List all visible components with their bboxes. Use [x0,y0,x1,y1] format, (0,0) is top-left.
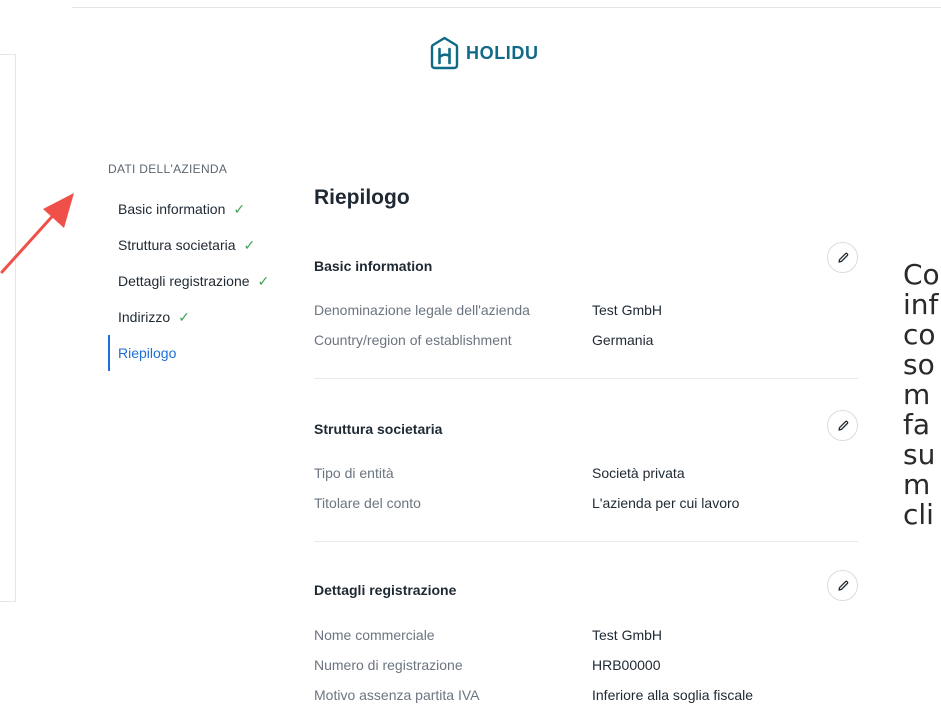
section-title: Dettagli registrazione [314,582,457,598]
annotation-arrow-icon [0,193,74,274]
nav-item-label: Basic information [118,201,226,217]
nav-heading: DATI DELL'AZIENDA [108,162,228,176]
summary-row: Motivo assenza partita IVA Inferiore all… [314,687,858,704]
row-label: Motivo assenza partita IVA [314,687,480,703]
summary-row: Denominazione legale dell'azienda Test G… [314,302,858,322]
summary-row: Tipo di entità Società privata [314,465,858,485]
nav-item-basic-information[interactable]: Basic information ✓ [108,191,288,227]
nav-item-dettagli-registrazione[interactable]: Dettagli registrazione ✓ [108,263,288,299]
row-value: Test GmbH [592,302,663,318]
summary-row: Country/region of establishment Germania [314,332,858,352]
edit-basic-information-button[interactable] [827,242,858,273]
row-label: Denominazione legale dell'azienda [314,302,530,318]
section-divider [314,541,858,542]
section-title: Struttura societaria [314,421,443,437]
edit-struttura-societaria-button[interactable] [827,410,858,441]
section-title: Basic information [314,258,433,274]
row-value: Test GmbH [592,627,663,643]
summary-row: Numero di registrazione HRB00000 [314,657,858,677]
nav-item-label: Dettagli registrazione [118,273,250,289]
row-value: Società privata [592,465,685,481]
left-panel-edge [0,54,16,602]
row-label: Country/region of establishment [314,332,512,348]
row-label: Nome commerciale [314,627,435,643]
edit-dettagli-registrazione-button[interactable] [827,570,858,601]
row-value: Germania [592,332,654,348]
check-icon: ✓ [243,236,256,253]
row-value: HRB00000 [592,657,661,673]
holidu-house-icon [430,36,459,70]
section-divider [314,378,858,379]
nav-item-label: Indirizzo [118,309,171,325]
check-icon: ✓ [257,272,270,289]
summary-row: Titolare del conto L'azienda per cui lav… [314,495,858,515]
check-icon: ✓ [178,308,190,325]
pencil-icon [837,252,848,263]
nav-item-label: Riepilogo [118,345,177,361]
nav-item-riepilogo[interactable]: Riepilogo [108,335,288,371]
row-value: Inferiore alla soglia fiscale [592,687,754,703]
row-value: L'azienda per cui lavoro [592,495,740,511]
pencil-icon [837,580,848,591]
nav-item-indirizzo[interactable]: Indirizzo ✓ [108,299,288,335]
summary-row: Nome commerciale Test GmbH [314,627,858,647]
nav-item-struttura-societaria[interactable]: Struttura societaria ✓ [108,227,288,263]
brand-name: HOLIDU [466,42,539,63]
nav-item-label: Struttura societaria [118,237,236,253]
holidu-logo[interactable]: HOLIDU [430,36,539,70]
company-data-nav: DATI DELL'AZIENDA Basic information ✓ St… [108,162,288,371]
top-divider [72,7,941,8]
summary-panel: Riepilogo Basic information Denominazion… [314,186,858,703]
cropped-side-caption: Co inf co so m fa su m cli [903,258,940,531]
check-icon: ✓ [233,200,246,217]
row-label: Titolare del conto [314,495,421,511]
row-label: Tipo di entità [314,465,394,481]
row-label: Numero di registrazione [314,657,463,673]
pencil-icon [837,420,848,431]
page-title: Riepilogo [314,186,410,209]
